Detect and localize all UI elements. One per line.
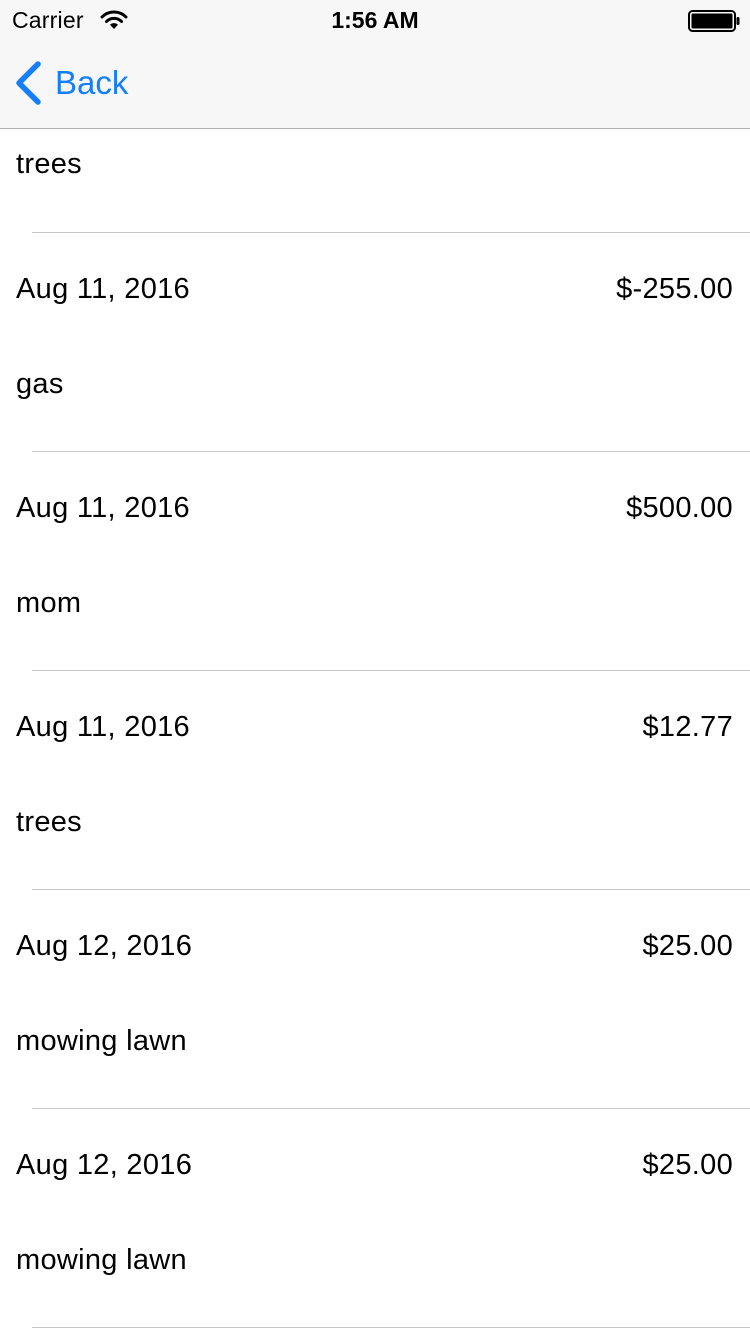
transaction-memo: mowing lawn bbox=[16, 1244, 187, 1276]
transaction-date: Aug 12, 2016 bbox=[16, 1149, 193, 1181]
status-bar: Carrier 1:56 AM bbox=[0, 0, 750, 40]
row-separator bbox=[32, 1327, 750, 1328]
transaction-row[interactable]: Aug 11, 2016 $12.77 trees bbox=[0, 671, 750, 890]
navigation-bar: Carrier 1:56 AM Back bbox=[0, 0, 750, 129]
transaction-memo: mom bbox=[16, 587, 82, 619]
transaction-row[interactable]: Aug 11, 2016 $-255.00 gas bbox=[0, 233, 750, 452]
transaction-date: Aug 11, 2016 bbox=[16, 492, 190, 524]
transaction-memo: trees bbox=[16, 806, 82, 838]
transaction-row[interactable]: Aug 11, 2016 $500.00 mom bbox=[0, 452, 750, 671]
transaction-amount: $25.00 bbox=[642, 1149, 733, 1181]
transaction-amount: $12.77 bbox=[642, 711, 733, 743]
transaction-amount: $-255.00 bbox=[616, 273, 733, 305]
back-button-label: Back bbox=[55, 64, 129, 101]
battery-icon bbox=[688, 10, 740, 32]
transaction-row[interactable]: trees bbox=[0, 129, 750, 233]
chevron-left-icon bbox=[16, 61, 41, 105]
transaction-date: Aug 11, 2016 bbox=[16, 711, 190, 743]
clock: 1:56 AM bbox=[331, 7, 419, 33]
transaction-amount: $25.00 bbox=[642, 930, 733, 962]
transaction-memo: mowing lawn bbox=[16, 1025, 187, 1057]
transaction-row[interactable]: Aug 12, 2016 $25.00 mowing lawn bbox=[0, 890, 750, 1109]
transaction-date: Aug 12, 2016 bbox=[16, 930, 193, 962]
transaction-row[interactable]: Aug 12, 2016 $25.00 mowing lawn bbox=[0, 1109, 750, 1328]
transaction-amount: $500.00 bbox=[626, 492, 733, 524]
transaction-memo: gas bbox=[16, 368, 64, 400]
transaction-date: Aug 11, 2016 bbox=[16, 273, 190, 305]
transaction-list[interactable]: trees Aug 11, 2016 $-255.00 gas Aug 11, … bbox=[0, 129, 750, 1328]
transaction-memo: trees bbox=[16, 148, 82, 180]
